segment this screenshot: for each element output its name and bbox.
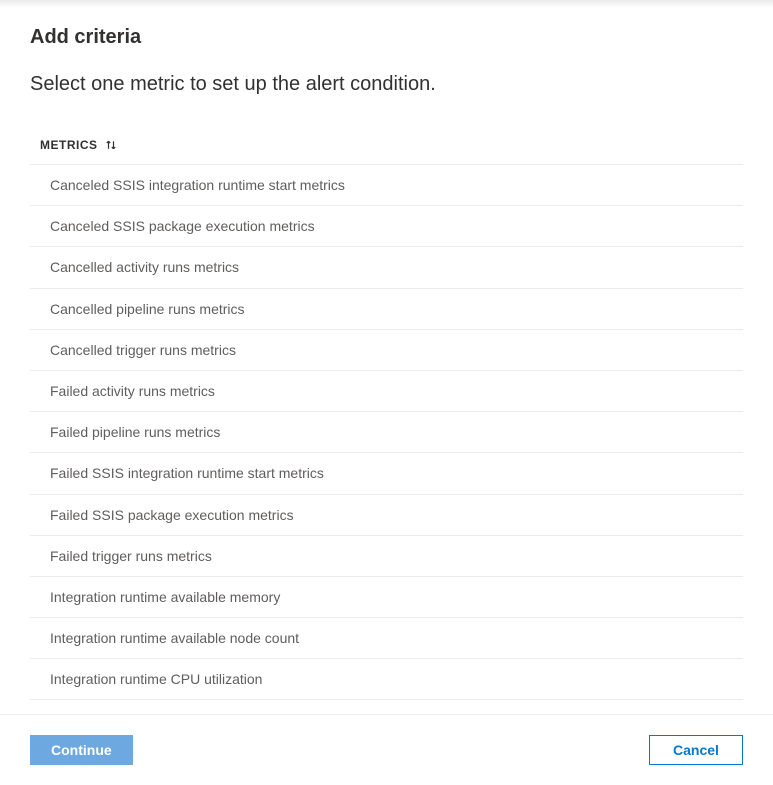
- sort-icon: [104, 138, 118, 152]
- metric-row-label: Failed activity runs metrics: [50, 383, 215, 399]
- panel-content: Add criteria Select one metric to set up…: [0, 8, 773, 714]
- continue-button[interactable]: Continue: [30, 735, 133, 765]
- metric-row-label: Integration runtime CPU utilization: [50, 671, 262, 687]
- metric-row-label: Cancelled pipeline runs metrics: [50, 301, 245, 317]
- metric-row[interactable]: Cancelled activity runs metrics: [30, 247, 743, 288]
- cancel-button[interactable]: Cancel: [649, 735, 743, 765]
- metric-row[interactable]: Failed pipeline runs metrics: [30, 412, 743, 453]
- metric-row-label: Integration runtime available node count: [50, 630, 299, 646]
- metric-row-label: Canceled SSIS integration runtime start …: [50, 177, 345, 193]
- top-shadow: [0, 0, 773, 8]
- metric-row[interactable]: Integration runtime available memory: [30, 577, 743, 618]
- panel-subtitle: Select one metric to set up the alert co…: [30, 73, 743, 96]
- column-label-metrics: Metrics: [40, 138, 98, 152]
- metric-row[interactable]: Cancelled pipeline runs metrics: [30, 289, 743, 330]
- metric-row[interactable]: Failed SSIS integration runtime start me…: [30, 453, 743, 494]
- footer: Continue Cancel: [0, 714, 773, 785]
- metric-row[interactable]: Integration runtime CPU utilization: [30, 659, 743, 700]
- metric-row-label: Integration runtime available memory: [50, 589, 280, 605]
- metric-row-label: Failed SSIS package execution metrics: [50, 507, 294, 523]
- metric-row-label: Cancelled activity runs metrics: [50, 259, 239, 275]
- metric-row[interactable]: Failed activity runs metrics: [30, 371, 743, 412]
- metric-row[interactable]: Cancelled trigger runs metrics: [30, 330, 743, 371]
- metric-row[interactable]: Integration runtime available node count: [30, 618, 743, 659]
- metric-row-label: Canceled SSIS package execution metrics: [50, 218, 315, 234]
- metric-row-label: Cancelled trigger runs metrics: [50, 342, 236, 358]
- metric-row-label: Failed trigger runs metrics: [50, 548, 212, 564]
- metric-row[interactable]: Failed SSIS package execution metrics: [30, 495, 743, 536]
- table-body[interactable]: Canceled SSIS integration runtime start …: [30, 164, 743, 714]
- metric-row[interactable]: Canceled SSIS integration runtime start …: [30, 165, 743, 206]
- metric-row-label: Failed SSIS integration runtime start me…: [50, 465, 324, 481]
- metric-row-label: Failed pipeline runs metrics: [50, 424, 220, 440]
- panel-title: Add criteria: [30, 26, 743, 49]
- metric-row[interactable]: Failed trigger runs metrics: [30, 536, 743, 577]
- metrics-table: Metrics Canceled SSIS integration runtim…: [30, 138, 743, 714]
- metric-row[interactable]: Canceled SSIS package execution metrics: [30, 206, 743, 247]
- table-header[interactable]: Metrics: [30, 138, 743, 164]
